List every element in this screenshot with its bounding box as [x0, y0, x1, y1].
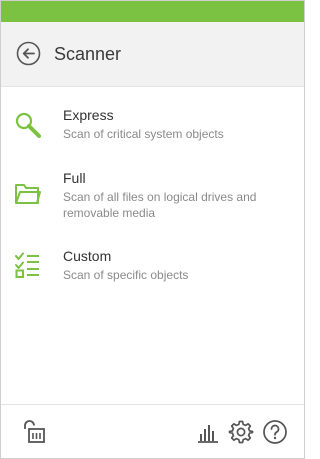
top-accent-bar	[1, 1, 304, 22]
settings-gear-icon	[228, 420, 254, 444]
full-scan-title: Full	[63, 170, 86, 186]
full-scan-description: Scan of all files on logical drives and …	[63, 190, 257, 220]
statistics-button[interactable]	[195, 419, 221, 445]
checklist-icon	[14, 252, 42, 280]
folder-icon	[14, 180, 42, 208]
express-scan-option[interactable]: Express Scan of critical system objects	[1, 107, 304, 147]
page-title: Scanner	[54, 44, 122, 64]
help-button[interactable]	[262, 419, 288, 445]
magnifier-icon	[14, 111, 42, 139]
custom-scan-title: Custom	[63, 248, 112, 264]
custom-scan-description: Scan of specific objects	[63, 268, 189, 282]
custom-scan-option[interactable]: Custom Scan of specific objects	[1, 248, 304, 288]
help-icon	[263, 420, 287, 444]
express-scan-description: Scan of critical system objects	[63, 127, 224, 141]
back-arrow-icon	[16, 41, 41, 66]
footer-toolbar	[1, 404, 304, 458]
back-button[interactable]	[16, 41, 41, 66]
unlock-icon	[24, 420, 45, 443]
header: Scanner	[1, 22, 304, 87]
scanner-window: Scanner Express Scan of critical system …	[0, 0, 305, 459]
statistics-icon	[198, 425, 218, 443]
express-scan-title: Express	[63, 107, 114, 123]
unlock-button[interactable]	[21, 419, 47, 445]
settings-button[interactable]	[228, 419, 254, 445]
full-scan-option[interactable]: Full Scan of all files on logical drives…	[1, 170, 304, 226]
